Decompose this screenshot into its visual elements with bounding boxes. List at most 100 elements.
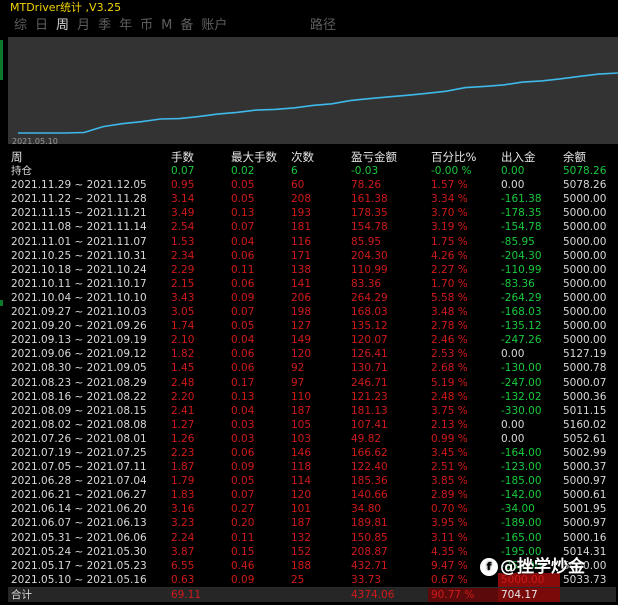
table-row[interactable]: 2021.09.06 ~ 2021.09.12 1.82 0.06 120 126.41… (8, 347, 616, 361)
column-header[interactable]: 百分比% (428, 150, 498, 164)
table-cell: 2021.11.29 ~ 2021.12.05 (11, 179, 147, 192)
column-header[interactable]: 周 (8, 150, 168, 164)
table-cell: 2021.09.27 ~ 2021.10.03 (11, 306, 147, 319)
table-cell: 122.40 (351, 461, 388, 474)
table-row[interactable]: 2021.06.21 ~ 2021.06.27 1.83 0.07 120 140.66… (8, 488, 616, 502)
table-cell: -132.02 (501, 390, 542, 403)
column-header[interactable]: 盈亏金额 (348, 150, 428, 164)
table-row[interactable]: 2021.09.27 ~ 2021.10.03 3.05 0.07 198 168.03… (8, 305, 616, 319)
table-row[interactable]: 2021.08.30 ~ 2021.09.05 1.45 0.06 92 130.71 2… (8, 361, 616, 375)
column-header[interactable]: 手数 (168, 150, 228, 164)
table-cell: 2021.05.10 ~ 2021.05.16 (11, 573, 147, 586)
tab-5[interactable]: 年 (119, 16, 132, 36)
table-row[interactable]: 2021.07.05 ~ 2021.07.11 1.87 0.09 118 122.40… (8, 460, 616, 474)
table-row[interactable]: 2021.06.14 ~ 2021.06.20 3.16 0.27 101 34.80 0… (8, 502, 616, 516)
table-row[interactable]: 2021.10.04 ~ 2021.10.10 3.43 0.09 206 264.29… (8, 291, 616, 305)
tab-6[interactable]: 币 (140, 16, 153, 36)
column-header[interactable]: 次数 (288, 150, 348, 164)
table-cell (228, 586, 288, 602)
tab-1[interactable]: 日 (35, 16, 48, 36)
table-row[interactable]: 2021.11.29 ~ 2021.12.05 0.95 0.05 60 78.26 1.… (8, 178, 616, 192)
tab-8[interactable]: 备 (180, 16, 193, 36)
table-row[interactable]: 2021.08.16 ~ 2021.08.22 2.20 0.13 110 121.23… (8, 390, 616, 404)
table-cell: 105 (291, 418, 312, 431)
table-cell: 0.46 (231, 559, 255, 572)
table-row[interactable]: 2021.11.22 ~ 2021.11.28 3.14 0.05 208 161.38… (8, 192, 616, 206)
table-cell: 5000.97 (563, 517, 607, 530)
table-cell: 2021.08.09 ~ 2021.08.15 (11, 404, 147, 417)
table-cell: 0.03 (231, 432, 255, 445)
table-cell: 2021.11.08 ~ 2021.11.14 (11, 221, 147, 234)
tab-0[interactable]: 综 (14, 16, 27, 36)
tab-9[interactable]: 账户 (201, 16, 227, 36)
table-cell: 83.36 (351, 277, 382, 290)
table-cell: 121.23 (351, 390, 388, 403)
table-cell: 2021.10.04 ~ 2021.10.10 (11, 291, 147, 304)
table-cell: -185.00 (501, 475, 542, 488)
table-row[interactable]: 2021.06.07 ~ 2021.06.13 3.23 0.20 187 189.81… (8, 516, 616, 530)
table-cell: -247.26 (501, 334, 542, 347)
column-header[interactable]: 余额 (560, 150, 616, 164)
total-row[interactable]: 合计 69.11 4374.06 90.77 % 704.17 (8, 586, 616, 602)
table-cell: 0.63 (171, 573, 195, 586)
column-header[interactable]: 最大手数 (228, 150, 288, 164)
tab-2[interactable]: 周 (56, 16, 69, 36)
table-row[interactable]: 2021.11.15 ~ 2021.11.21 3.49 0.13 193 178.35… (8, 206, 616, 220)
table-cell: 2.41 (171, 404, 195, 417)
tab-3[interactable]: 月 (77, 16, 90, 36)
table-cell: 34.80 (351, 503, 382, 516)
table-row[interactable]: 2021.11.08 ~ 2021.11.14 2.54 0.07 181 154.78… (8, 220, 616, 234)
table-cell: 110 (291, 390, 312, 403)
table-cell: 2.29 (171, 263, 195, 276)
table-cell: 0.99 % (431, 432, 468, 445)
position-row[interactable]: 持仓 0.07 0.02 6 -0.03 -0.00 % 0.00 5078.26 (8, 164, 616, 178)
table-cell: 152 (291, 545, 312, 558)
table-cell: 0.04 (231, 334, 255, 347)
tab-4[interactable]: 季 (98, 16, 111, 36)
table-row[interactable]: 2021.11.01 ~ 2021.11.07 1.53 0.04 116 85.95 1… (8, 235, 616, 249)
table-cell: 2021.07.19 ~ 2021.07.25 (11, 446, 147, 459)
table-cell: 5000.00 (563, 334, 607, 347)
table-cell: 3.75 % (431, 404, 468, 417)
table-cell: 0.02 (231, 165, 255, 178)
table-row[interactable]: 2021.07.26 ~ 2021.08.01 1.26 0.03 103 49.82 0… (8, 432, 616, 446)
table-row[interactable]: 2021.10.11 ~ 2021.10.17 2.15 0.06 141 83.36 1… (8, 277, 616, 291)
table-cell: 120.07 (351, 334, 388, 347)
route-tab[interactable]: 路径 (310, 16, 336, 36)
table-row[interactable]: 2021.05.31 ~ 2021.06.06 2.24 0.11 132 150.85… (8, 531, 616, 545)
table-cell: 0.95 (171, 179, 195, 192)
table-cell: 118 (291, 461, 312, 474)
table-cell: 5078.26 (563, 179, 607, 192)
table-row[interactable]: 2021.06.28 ~ 2021.07.04 1.79 0.05 114 185.36… (8, 474, 616, 488)
table-cell: 2021.07.05 ~ 2021.07.11 (11, 461, 147, 474)
table-cell: 0.20 (231, 517, 255, 530)
table-cell: 3.87 (171, 545, 195, 558)
table-cell: 181 (291, 221, 312, 234)
table-row[interactable]: 2021.10.25 ~ 2021.10.31 2.34 0.06 171 204.30… (8, 249, 616, 263)
table-row[interactable]: 2021.09.13 ~ 2021.09.19 2.10 0.04 149 120.07… (8, 333, 616, 347)
table-cell: 2.20 (171, 390, 195, 403)
table-row[interactable]: 2021.07.19 ~ 2021.07.25 2.23 0.06 146 166.62… (8, 446, 616, 460)
table-row[interactable]: 2021.09.20 ~ 2021.09.26 1.74 0.05 127 135.12… (8, 319, 616, 333)
table-cell: 1.82 (171, 348, 195, 361)
table-row[interactable]: 2021.08.23 ~ 2021.08.29 2.48 0.17 97 246.71 5… (8, 376, 616, 390)
table-cell: 5000.97 (563, 475, 607, 488)
table-row[interactable]: 2021.10.18 ~ 2021.10.24 2.29 0.11 138 110.99… (8, 263, 616, 277)
table-cell: -168.03 (501, 306, 542, 319)
table-cell: 3.95 % (431, 517, 468, 530)
table-cell: 2.89 % (431, 489, 468, 502)
table-row[interactable]: 2021.08.02 ~ 2021.08.08 1.27 0.03 105 107.41… (8, 418, 616, 432)
table-row[interactable]: 2021.08.09 ~ 2021.08.15 2.41 0.04 187 181.13… (8, 404, 616, 418)
table-cell: 2.23 (171, 446, 195, 459)
table-cell: 2.68 % (431, 362, 468, 375)
tab-7[interactable]: M (161, 16, 172, 36)
table-cell: 2.54 (171, 221, 195, 234)
table-cell: 0.27 (231, 503, 255, 516)
table-cell: 0.05 (231, 193, 255, 206)
table-cell: 171 (291, 249, 312, 262)
table-cell: -164.00 (501, 446, 542, 459)
column-header[interactable]: 出入金 (498, 150, 560, 164)
table-cell: 0.11 (231, 263, 255, 276)
table-cell: 189.81 (351, 517, 388, 530)
table-cell: 2.53 % (431, 348, 468, 361)
